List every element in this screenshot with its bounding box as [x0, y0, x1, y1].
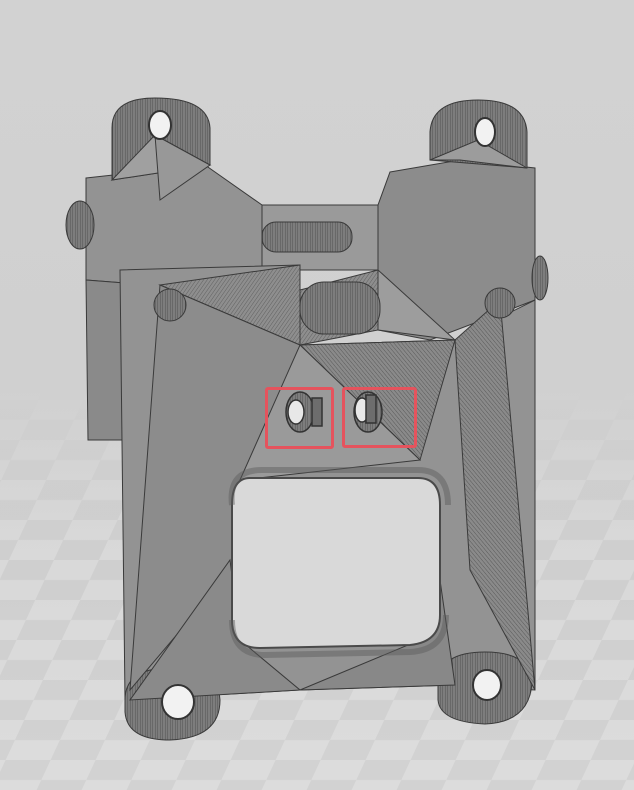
right-screw-hole-highlight	[342, 387, 417, 448]
left-screw-hole-highlight	[265, 387, 334, 449]
3d-viewport[interactable]	[0, 0, 634, 790]
top-left-hole	[148, 110, 172, 140]
top-right-hole	[474, 117, 496, 147]
bottom-right-hole	[472, 669, 502, 701]
bottom-left-hole	[161, 684, 195, 720]
